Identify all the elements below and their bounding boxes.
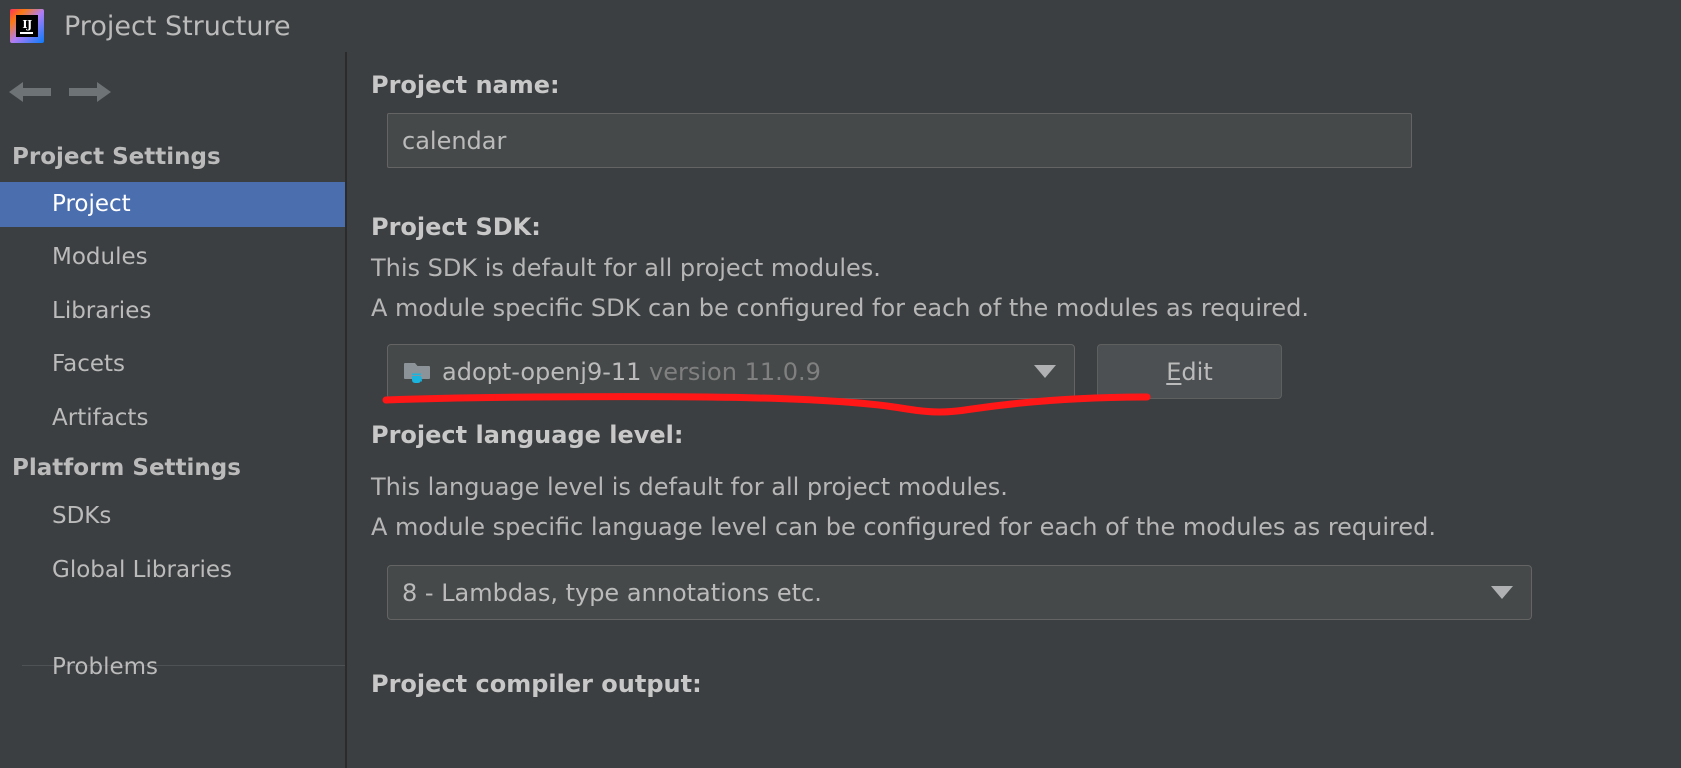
chevron-down-icon[interactable] (1491, 586, 1513, 599)
project-name-input[interactable]: calendar (387, 113, 1412, 168)
project-sdk-name: adopt-openj9-11 (442, 359, 642, 384)
project-language-level-value: 8 - Lambdas, type annotations etc. (402, 578, 822, 607)
project-language-level-label: Project language level: (371, 421, 684, 449)
edit-button-rest: dit (1181, 357, 1213, 386)
project-language-level-description-line-2: A module specific language level can be … (371, 513, 1436, 541)
sidebar-item-label: Artifacts (52, 405, 149, 431)
project-sdk-combobox[interactable]: adopt-openj9-11 version 11.0.9 (387, 344, 1075, 399)
arrow-left-icon[interactable] (0, 72, 60, 112)
sidebar-section-project-settings: Project Settings (12, 144, 221, 170)
logo-text: IJ (22, 17, 32, 31)
project-structure-dialog: IJ Project Structure Project Settings Pr… (0, 0, 1681, 768)
project-language-level-combobox[interactable]: 8 - Lambdas, type annotations etc. (387, 565, 1532, 620)
sidebar-item-problems[interactable]: Problems (0, 645, 345, 690)
sidebar-item-facets[interactable]: Facets (0, 342, 345, 387)
jdk-folder-java-icon (404, 359, 432, 385)
sidebar-item-label: Libraries (52, 298, 152, 324)
sidebar-item-project[interactable]: Project (0, 182, 345, 227)
project-sdk-value: adopt-openj9-11 version 11.0.9 (442, 360, 821, 384)
sidebar-item-label: Modules (52, 244, 148, 270)
sidebar-section-platform-settings: Platform Settings (12, 455, 241, 481)
title-bar: IJ Project Structure (0, 0, 1681, 52)
chevron-down-icon[interactable] (1034, 365, 1056, 378)
sidebar-item-global-libraries[interactable]: Global Libraries (0, 548, 345, 593)
window-title: Project Structure (64, 10, 291, 42)
project-sdk-description-line-2: A module specific SDK can be configured … (371, 294, 1310, 322)
sidebar-item-artifacts[interactable]: Artifacts (0, 396, 345, 441)
project-sdk-description-line-1: This SDK is default for all project modu… (371, 254, 881, 282)
project-name-label: Project name: (371, 71, 560, 99)
sidebar: Project Settings Project Modules Librari… (0, 52, 347, 768)
project-sdk-label: Project SDK: (371, 213, 541, 241)
project-sdk-version: version 11.0.9 (649, 359, 821, 384)
sidebar-item-label: Problems (52, 654, 159, 680)
sidebar-item-label: SDKs (52, 503, 112, 529)
intellij-idea-logo-icon: IJ (10, 9, 44, 43)
sidebar-item-label: Global Libraries (52, 557, 233, 583)
arrow-right-icon[interactable] (60, 72, 120, 112)
sidebar-item-label: Project (52, 191, 131, 217)
sidebar-item-libraries[interactable]: Libraries (0, 289, 345, 334)
navigation-buttons (0, 66, 345, 118)
project-language-level-description-line-1: This language level is default for all p… (371, 473, 1008, 501)
sidebar-item-sdks[interactable]: SDKs (0, 494, 345, 539)
project-name-value: calendar (402, 126, 507, 155)
edit-sdk-button[interactable]: Edit (1097, 344, 1282, 399)
sidebar-item-label: Facets (52, 351, 126, 377)
sidebar-item-modules[interactable]: Modules (0, 235, 345, 280)
edit-button-label: Edit (1166, 360, 1212, 384)
edit-button-mnemonic: E (1166, 357, 1182, 386)
project-compiler-output-label: Project compiler output: (371, 670, 702, 698)
main-content: Project name: calendar Project SDK: This… (347, 52, 1681, 768)
